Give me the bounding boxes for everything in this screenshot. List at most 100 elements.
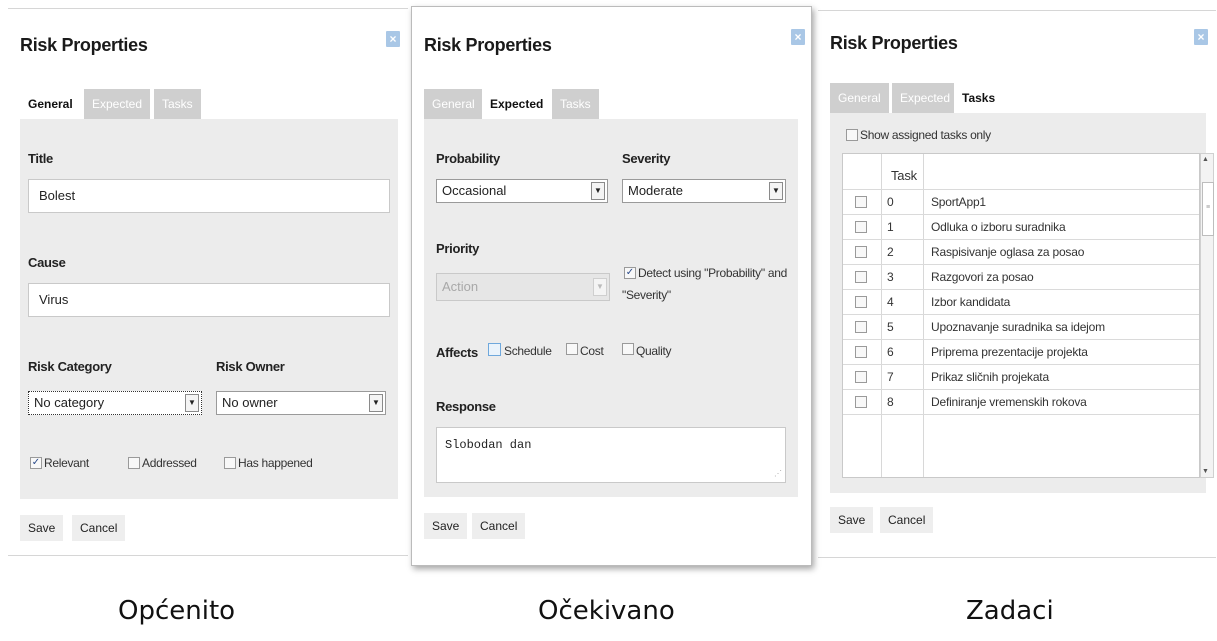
table-row[interactable]: 2 Raspisivanje oglasa za posao xyxy=(843,240,1199,265)
addressed-label: Addressed xyxy=(142,456,197,470)
resize-grip-icon[interactable]: ⋰ xyxy=(774,469,782,479)
tab-expected[interactable]: Expected xyxy=(892,83,959,113)
task-row-checkbox[interactable] xyxy=(855,321,867,333)
task-id: 6 xyxy=(887,345,894,359)
risk-owner-select[interactable]: No owner ▼ xyxy=(216,391,386,415)
table-row[interactable]: 1 Odluka o izboru suradnika xyxy=(843,215,1199,240)
detect-label-line1: Detect using "Probability" and xyxy=(638,266,787,280)
risk-properties-dialog-expected: Risk Properties × General Expected Tasks… xyxy=(411,6,812,566)
risk-category-value: No category xyxy=(34,395,105,410)
table-row[interactable]: 6 Priprema prezentacije projekta xyxy=(843,340,1199,365)
save-button[interactable]: Save xyxy=(20,515,64,541)
detect-checkbox[interactable]: ✓ xyxy=(624,267,636,279)
table-row[interactable]: 3 Razgovori za posao xyxy=(843,265,1199,290)
response-label: Response xyxy=(436,399,496,414)
close-icon[interactable]: × xyxy=(791,29,805,45)
has-happened-checkbox[interactable] xyxy=(224,457,236,469)
severity-value: Moderate xyxy=(628,183,683,198)
tasks-scrollbar[interactable]: ▲ ≡ ▼ xyxy=(1200,153,1214,478)
cause-input[interactable]: Virus xyxy=(28,283,390,317)
task-row-checkbox[interactable] xyxy=(855,296,867,308)
task-id: 5 xyxy=(887,320,894,334)
table-row[interactable]: 8 Definiranje vremenskih rokova xyxy=(843,390,1199,415)
probability-label: Probability xyxy=(436,151,500,166)
tab-tasks[interactable]: Tasks xyxy=(154,89,201,119)
cause-label: Cause xyxy=(28,255,66,270)
tab-general[interactable]: General xyxy=(424,89,483,119)
table-row[interactable]: 7 Prikaz sličnih projekata xyxy=(843,365,1199,390)
risk-properties-dialog-tasks: Risk Properties × General Expected Tasks… xyxy=(818,10,1216,558)
show-assigned-checkbox[interactable] xyxy=(846,129,858,141)
cancel-button[interactable]: Cancel xyxy=(472,513,526,539)
task-name: SportApp1 xyxy=(931,195,986,209)
task-name: Priprema prezentacije projekta xyxy=(931,345,1088,359)
task-id: 7 xyxy=(887,370,894,384)
schedule-checkbox[interactable] xyxy=(488,343,501,356)
probability-select[interactable]: Occasional ▼ xyxy=(436,179,608,203)
table-header: Task xyxy=(843,154,1199,190)
severity-label: Severity xyxy=(622,151,671,166)
cancel-button[interactable]: Cancel xyxy=(72,515,126,541)
priority-select[interactable]: Action ▼ xyxy=(436,273,610,301)
response-value: Slobodan dan xyxy=(445,438,532,452)
task-name: Izbor kandidata xyxy=(931,295,1011,309)
chevron-down-icon: ▼ xyxy=(591,182,605,200)
title-input[interactable]: Bolest xyxy=(28,179,390,213)
dialog-title: Risk Properties xyxy=(830,33,958,53)
response-textarea[interactable]: Slobodan dan ⋰ xyxy=(436,427,786,483)
title-label: Title xyxy=(28,151,53,166)
addressed-checkbox[interactable] xyxy=(128,457,140,469)
severity-select[interactable]: Moderate ▼ xyxy=(622,179,786,203)
general-content: Title Bolest Cause Virus Risk Category N… xyxy=(20,119,398,499)
task-row-checkbox[interactable] xyxy=(855,396,867,408)
task-id: 2 xyxy=(887,245,894,259)
tab-tasks[interactable]: Tasks xyxy=(552,89,599,119)
task-id: 1 xyxy=(887,220,894,234)
risk-category-select[interactable]: No category ▼ xyxy=(28,391,202,415)
cost-label: Cost xyxy=(580,344,604,358)
cancel-button[interactable]: Cancel xyxy=(880,507,934,533)
table-row[interactable]: 0 SportApp1 xyxy=(843,190,1199,215)
task-id: 8 xyxy=(887,395,894,409)
task-row-checkbox[interactable] xyxy=(855,246,867,258)
relevant-label: Relevant xyxy=(44,456,89,470)
close-icon[interactable]: × xyxy=(386,31,400,47)
risk-properties-dialog-general: Risk Properties × General Expected Tasks… xyxy=(8,8,408,556)
table-row[interactable]: 5 Upoznavanje suradnika sa idejom xyxy=(843,315,1199,340)
tab-expected[interactable]: Expected xyxy=(482,89,552,119)
close-icon[interactable]: × xyxy=(1194,29,1208,45)
scroll-down-icon[interactable]: ▼ xyxy=(1202,468,1209,475)
dialog-title: Risk Properties xyxy=(20,35,148,55)
risk-owner-value: No owner xyxy=(222,395,278,410)
relevant-checkbox[interactable]: ✓ xyxy=(30,457,42,469)
tab-tasks[interactable]: Tasks xyxy=(954,83,1004,113)
priority-label: Priority xyxy=(436,241,480,256)
cost-checkbox[interactable] xyxy=(566,343,578,355)
quality-checkbox[interactable] xyxy=(622,343,634,355)
task-row-checkbox[interactable] xyxy=(855,271,867,283)
task-name: Razgovori za posao xyxy=(931,270,1034,284)
affects-label: Affects xyxy=(436,345,478,360)
caption-expected: Očekivano xyxy=(538,596,675,626)
task-row-checkbox[interactable] xyxy=(855,346,867,358)
scrollbar-thumb[interactable]: ≡ xyxy=(1202,182,1214,236)
task-row-checkbox[interactable] xyxy=(855,371,867,383)
save-button[interactable]: Save xyxy=(424,513,468,539)
tab-expected[interactable]: Expected xyxy=(84,89,151,119)
tab-general[interactable]: General xyxy=(20,89,81,119)
task-name: Definiranje vremenskih rokova xyxy=(931,395,1087,409)
task-id: 0 xyxy=(887,195,894,209)
tasks-table: Task 0 SportApp1 1 Odluka o izboru suradnik… xyxy=(842,153,1200,478)
chevron-down-icon: ▼ xyxy=(185,394,199,412)
show-assigned-label: Show assigned tasks only xyxy=(860,128,991,142)
task-id: 3 xyxy=(887,270,894,284)
task-row-checkbox[interactable] xyxy=(855,221,867,233)
task-row-checkbox[interactable] xyxy=(855,196,867,208)
column-header-task: Task xyxy=(891,168,917,183)
tab-general[interactable]: General xyxy=(830,83,889,113)
task-name: Odluka o izboru suradnika xyxy=(931,220,1066,234)
save-button[interactable]: Save xyxy=(830,507,874,533)
task-name: Prikaz sličnih projekata xyxy=(931,370,1049,384)
scroll-up-icon[interactable]: ▲ xyxy=(1202,156,1209,163)
table-row[interactable]: 4 Izbor kandidata xyxy=(843,290,1199,315)
